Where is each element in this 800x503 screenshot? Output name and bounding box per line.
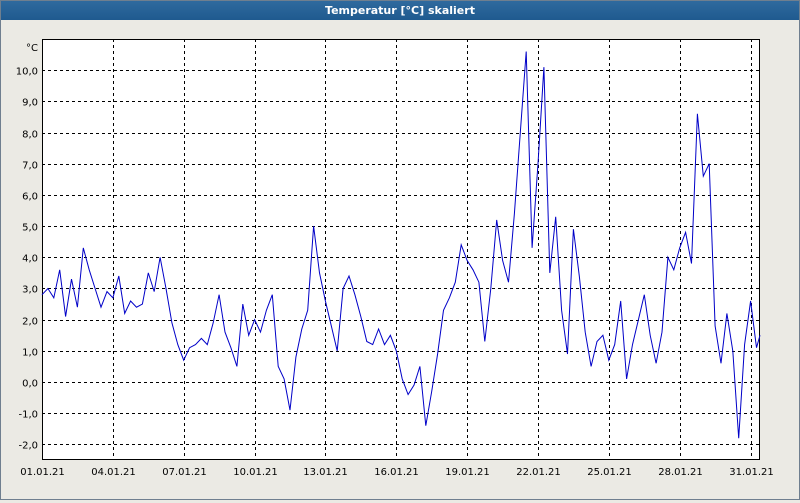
x-tick-label: 22.01.21 [516, 467, 561, 478]
chart-window: Temperatur [°C] skaliert -2,0 -1,0 0,0 1,0 2… [0, 0, 800, 500]
y-tick-label: -1,0 [18, 410, 38, 421]
chart-title: Temperatur [°C] skaliert [1, 1, 799, 20]
y-axis-unit-label: °C [26, 43, 38, 54]
y-tick-label: 8,0 [22, 130, 38, 141]
y-tick-label: 4,0 [22, 254, 38, 265]
x-tick-label: 28.01.21 [658, 467, 703, 478]
y-tick-label: 6,0 [22, 192, 38, 203]
x-tick-label: 04.01.21 [91, 467, 136, 478]
x-tick-label: 10.01.21 [233, 467, 278, 478]
x-tick-label: 31.01.21 [729, 467, 774, 478]
temperature-line-chart: -2,0 -1,0 0,0 1,0 2,0 3,0 4,0 5,0 6,0 7,0 8,0 9,0 10… [16, 39, 774, 478]
chart-area: -2,0 -1,0 0,0 1,0 2,0 3,0 4,0 5,0 6,0 7,0 8,0 9,0 10… [1, 21, 799, 499]
x-tick-label: 07.01.21 [162, 467, 207, 478]
x-tick-label: 19.01.21 [445, 467, 490, 478]
y-tick-label: 10,0 [16, 67, 38, 78]
y-tick-label: 9,0 [22, 98, 38, 109]
y-tick-label: 1,0 [22, 348, 38, 359]
x-tick-label: 13.01.21 [303, 467, 348, 478]
y-tick-label: -2,0 [18, 441, 38, 452]
plot-background [42, 39, 760, 460]
x-tick-label: 01.01.21 [20, 467, 65, 478]
x-tick-label: 25.01.21 [587, 467, 632, 478]
y-tick-label: 2,0 [22, 317, 38, 328]
y-tick-label: 0,0 [22, 379, 38, 390]
y-tick-label: 3,0 [22, 285, 38, 296]
y-tick-label: 5,0 [22, 223, 38, 234]
y-tick-label: 7,0 [22, 161, 38, 172]
x-tick-label: 16.01.21 [374, 467, 419, 478]
